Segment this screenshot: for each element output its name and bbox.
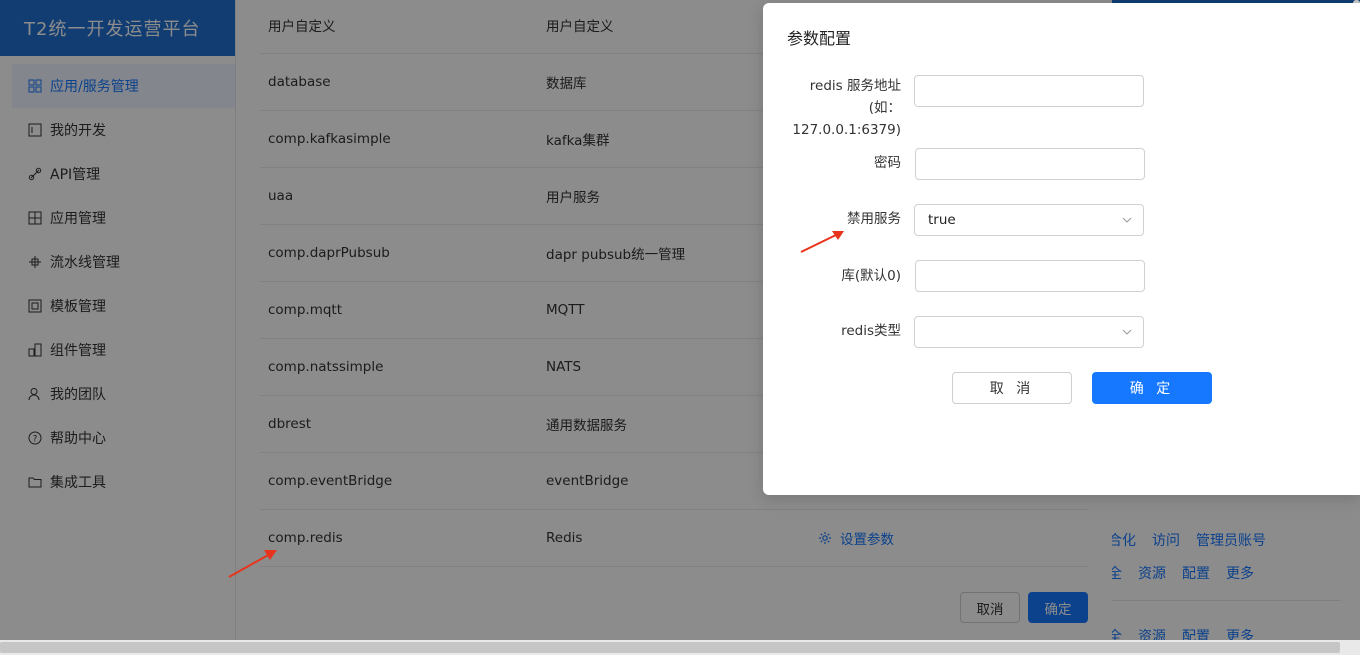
modal-confirm-button[interactable]: 确 定: [1092, 372, 1212, 404]
modal-cancel-button[interactable]: 取 消: [952, 372, 1072, 404]
redis-type-label: redis类型: [841, 323, 901, 339]
modal-title: 参数配置: [787, 29, 852, 48]
select-value: true: [928, 212, 956, 228]
disable-service-select[interactable]: true: [914, 204, 1144, 236]
db-input[interactable]: [915, 260, 1145, 292]
scrollbar-thumb[interactable]: [0, 642, 1340, 653]
db-label: 库(默认0): [841, 268, 901, 284]
annotation-arrow-icon: [228, 550, 277, 578]
password-label: 密码: [874, 155, 901, 171]
chevron-down-icon: [1122, 217, 1132, 223]
label-line: 127.0.0.1:6379): [792, 122, 901, 138]
redis-type-select[interactable]: [914, 316, 1144, 348]
label-line: redis 服务地址: [809, 78, 901, 94]
redis-address-label: redis 服务地址 (如： 127.0.0.1:6379): [763, 75, 901, 141]
annotation-arrow-icon: [800, 231, 844, 253]
param-config-modal: 参数配置 redis 服务地址 (如： 127.0.0.1:6379) 密码 禁…: [763, 3, 1360, 495]
redis-address-input[interactable]: [914, 75, 1144, 107]
chevron-down-icon: [1122, 329, 1132, 335]
label-line: (如：: [868, 100, 901, 116]
horizontal-scrollbar[interactable]: [0, 640, 1360, 655]
password-input[interactable]: [915, 148, 1145, 180]
